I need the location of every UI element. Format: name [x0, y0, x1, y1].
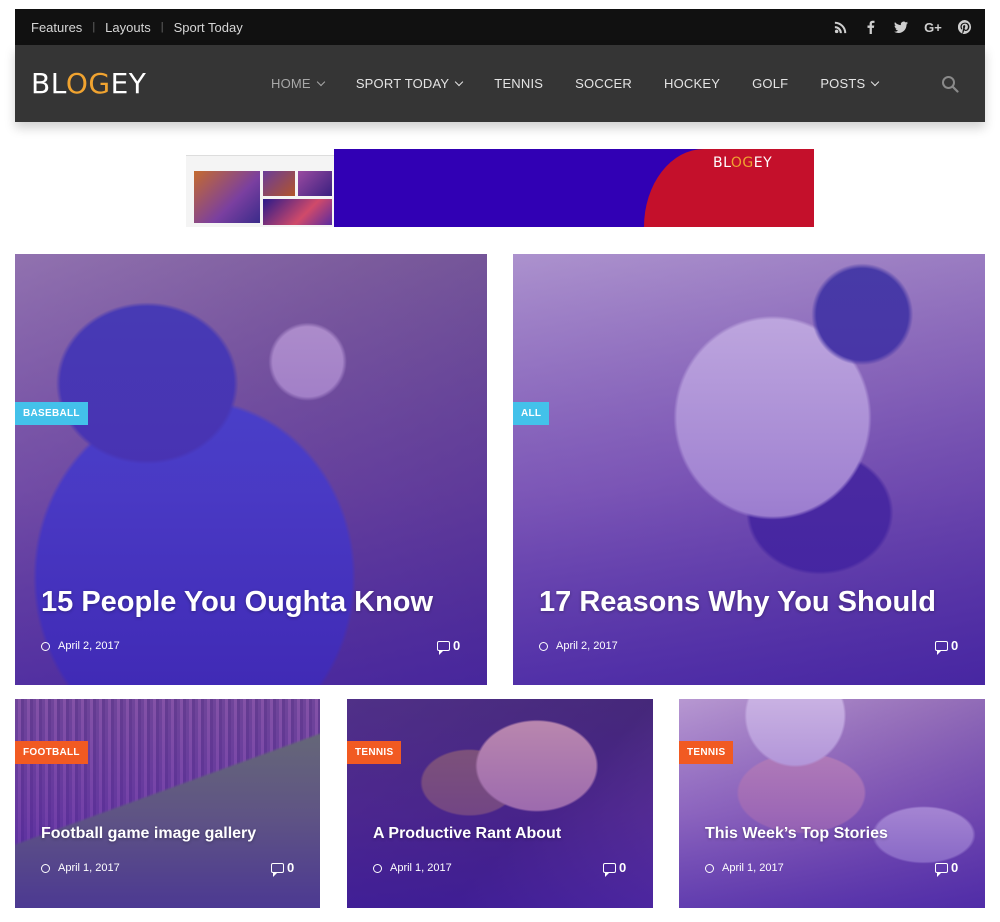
main-menu: HOME SPORT TODAY TENNIS SOCCER HOCKEY GO…	[271, 45, 910, 122]
comment-icon	[271, 862, 284, 877]
google-plus-icon[interactable]: G+	[923, 19, 943, 35]
post-date-text: April 1, 2017	[390, 862, 452, 874]
banner-logo-suffix: EY	[753, 155, 773, 171]
rss-icon[interactable]	[833, 19, 849, 35]
clock-icon	[539, 641, 548, 651]
post-date-text: April 2, 2017	[556, 640, 618, 652]
comment-icon	[935, 640, 948, 655]
post-overlay	[15, 699, 320, 908]
post-card[interactable]: ALL 17 Reasons Why You Should April 2, 2…	[513, 254, 985, 685]
banner-ad[interactable]: BLOGEY	[186, 149, 814, 227]
post-title[interactable]: A Productive Rant About	[373, 825, 561, 843]
comment-count[interactable]: 0	[603, 860, 627, 877]
separator: |	[92, 21, 96, 33]
logo-text-highlight: OG	[65, 67, 111, 100]
post-card[interactable]: BASEBALL 15 People You Oughta Know April…	[15, 254, 487, 685]
post-date-text: April 1, 2017	[58, 862, 120, 874]
comment-count[interactable]: 0	[935, 638, 959, 655]
menu-item-golf[interactable]: GOLF	[752, 76, 788, 91]
top-link-layouts[interactable]: Layouts	[105, 20, 151, 35]
clock-icon	[41, 641, 50, 651]
menu-label: POSTS	[820, 76, 866, 91]
logo-text-suffix: EY	[110, 67, 147, 100]
comment-icon	[603, 862, 616, 877]
banner-preview-bar	[186, 149, 334, 156]
comment-count-text: 0	[453, 638, 461, 653]
post-title[interactable]: This Week’s Top Stories	[705, 825, 888, 843]
banner-logo-highlight: OG	[730, 155, 754, 171]
menu-item-sport-today[interactable]: SPORT TODAY	[355, 76, 464, 91]
top-link-features[interactable]: Features	[31, 20, 82, 35]
social-links: G+	[833, 9, 973, 45]
post-card[interactable]: TENNIS This Week’s Top Stories April 1, …	[679, 699, 985, 908]
menu-item-tennis[interactable]: TENNIS	[494, 76, 543, 91]
menu-label: HOME	[271, 76, 311, 91]
comment-count[interactable]: 0	[271, 860, 295, 877]
clock-icon	[41, 863, 50, 873]
category-badge[interactable]: FOOTBALL	[15, 741, 88, 764]
post-date-text: April 1, 2017	[722, 862, 784, 874]
post-overlay	[15, 254, 487, 685]
post-title[interactable]: Football game image gallery	[41, 825, 256, 843]
menu-item-posts[interactable]: POSTS	[820, 76, 880, 91]
comment-count-text: 0	[951, 860, 959, 875]
post-card[interactable]: TENNIS A Productive Rant About April 1, …	[347, 699, 653, 908]
post-date: April 2, 2017	[41, 640, 120, 652]
chevron-down-icon	[316, 77, 326, 87]
pinterest-icon[interactable]	[957, 19, 973, 35]
site-logo[interactable]: BLOGEY	[31, 67, 146, 100]
post-overlay	[347, 699, 653, 908]
post-date: April 1, 2017	[705, 862, 784, 874]
main-navbar: BLOGEY HOME SPORT TODAY TENNIS SOCCER HO…	[15, 45, 985, 122]
comment-count-text: 0	[287, 860, 295, 875]
top-bar: Features | Layouts | Sport Today G+	[15, 9, 985, 45]
menu-item-home[interactable]: HOME	[271, 76, 326, 91]
post-date: April 1, 2017	[41, 862, 120, 874]
post-date: April 1, 2017	[373, 862, 452, 874]
post-overlay	[679, 699, 985, 908]
menu-item-hockey[interactable]: HOCKEY	[664, 76, 720, 91]
top-links: Features | Layouts | Sport Today	[31, 9, 243, 45]
menu-label: TENNIS	[494, 76, 544, 91]
comment-count-text: 0	[951, 638, 959, 653]
post-title[interactable]: 15 People You Oughta Know	[41, 586, 433, 619]
banner-preview-image	[298, 171, 332, 196]
banner-preview-image	[263, 199, 332, 225]
post-overlay	[513, 254, 985, 685]
menu-label: SOCCER	[575, 76, 632, 91]
comment-icon	[437, 640, 450, 655]
chevron-down-icon	[871, 77, 880, 87]
post-card[interactable]: FOOTBALL Football game image gallery Apr…	[15, 699, 320, 908]
chevron-down-icon	[455, 77, 464, 87]
post-title[interactable]: 17 Reasons Why You Should	[539, 586, 936, 619]
top-link-sport-today[interactable]: Sport Today	[174, 20, 243, 35]
comment-count[interactable]: 0	[935, 860, 959, 877]
logo-text-prefix: BL	[31, 67, 66, 100]
search-icon[interactable]	[941, 75, 959, 93]
post-date: April 2, 2017	[539, 640, 618, 652]
menu-label: HOCKEY	[664, 76, 721, 91]
category-badge[interactable]: BASEBALL	[15, 402, 88, 425]
banner-logo-prefix: BL	[713, 155, 731, 171]
post-date-text: April 2, 2017	[58, 640, 120, 652]
clock-icon	[705, 863, 714, 873]
banner-logo: BLOGEY	[713, 155, 772, 171]
separator: |	[160, 21, 164, 33]
banner-preview-image	[263, 171, 295, 196]
category-badge[interactable]: ALL	[513, 402, 550, 425]
facebook-icon[interactable]	[863, 19, 879, 35]
twitter-icon[interactable]	[893, 19, 909, 35]
menu-label: SPORT TODAY	[355, 76, 450, 91]
comment-icon	[935, 862, 948, 877]
comment-count[interactable]: 0	[437, 638, 461, 655]
banner-preview	[186, 149, 334, 227]
clock-icon	[373, 863, 382, 873]
banner-preview-image	[194, 171, 260, 223]
menu-item-soccer[interactable]: SOCCER	[575, 76, 632, 91]
comment-count-text: 0	[619, 860, 627, 875]
menu-label: GOLF	[752, 76, 789, 91]
category-badge[interactable]: TENNIS	[679, 741, 734, 764]
category-badge[interactable]: TENNIS	[347, 741, 402, 764]
